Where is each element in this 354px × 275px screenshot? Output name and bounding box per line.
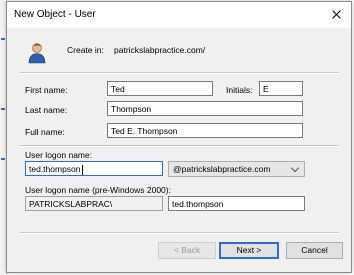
title-bar: New Object - User	[7, 2, 351, 28]
next-button[interactable]: Next >	[219, 242, 279, 259]
background-mark	[1, 38, 5, 40]
separator	[19, 145, 339, 147]
dialog-title: New Object - User	[14, 9, 96, 20]
chevron-down-icon	[290, 163, 300, 173]
pre2000-domain-field: PATRICKSLABPRAC\	[25, 196, 163, 211]
pre2000-logon-field[interactable]: ted.thompson	[168, 196, 305, 211]
logon-name-label: User logon name:	[25, 150, 93, 160]
first-name-label: First name:	[25, 85, 68, 95]
full-name-label: Full name:	[25, 127, 65, 137]
initials-field[interactable]: E	[259, 81, 303, 96]
last-name-field[interactable]: Thompson	[107, 101, 303, 116]
create-in-label: Create in:	[67, 45, 104, 55]
user-icon	[28, 43, 46, 64]
close-icon[interactable]	[321, 2, 351, 28]
full-name-field[interactable]: Ted E. Thompson	[107, 123, 303, 138]
background-mark	[1, 108, 5, 110]
upn-suffix-value: @patrickslabpractice.com	[173, 164, 271, 174]
pre2000-label: User logon name (pre-Windows 2000):	[25, 185, 171, 195]
separator	[19, 232, 339, 234]
background-mark	[1, 158, 5, 160]
separator	[19, 72, 339, 74]
cancel-button[interactable]: Cancel	[286, 242, 343, 259]
back-button[interactable]: < Back	[158, 242, 216, 259]
first-name-field[interactable]: Ted	[107, 81, 213, 96]
upn-suffix-select[interactable]: @patrickslabpractice.com	[168, 161, 305, 177]
create-in-path: patrickslabpractice.com/	[114, 45, 206, 55]
text-caret	[81, 164, 83, 175]
initials-label: Initials:	[226, 85, 253, 95]
new-user-dialog: New Object - User Create in: patrickslab…	[6, 1, 352, 273]
last-name-label: Last name:	[25, 105, 68, 115]
logon-name-field[interactable]: ted.thompson	[25, 161, 163, 176]
logon-name-value: ted.thompson	[29, 164, 81, 174]
